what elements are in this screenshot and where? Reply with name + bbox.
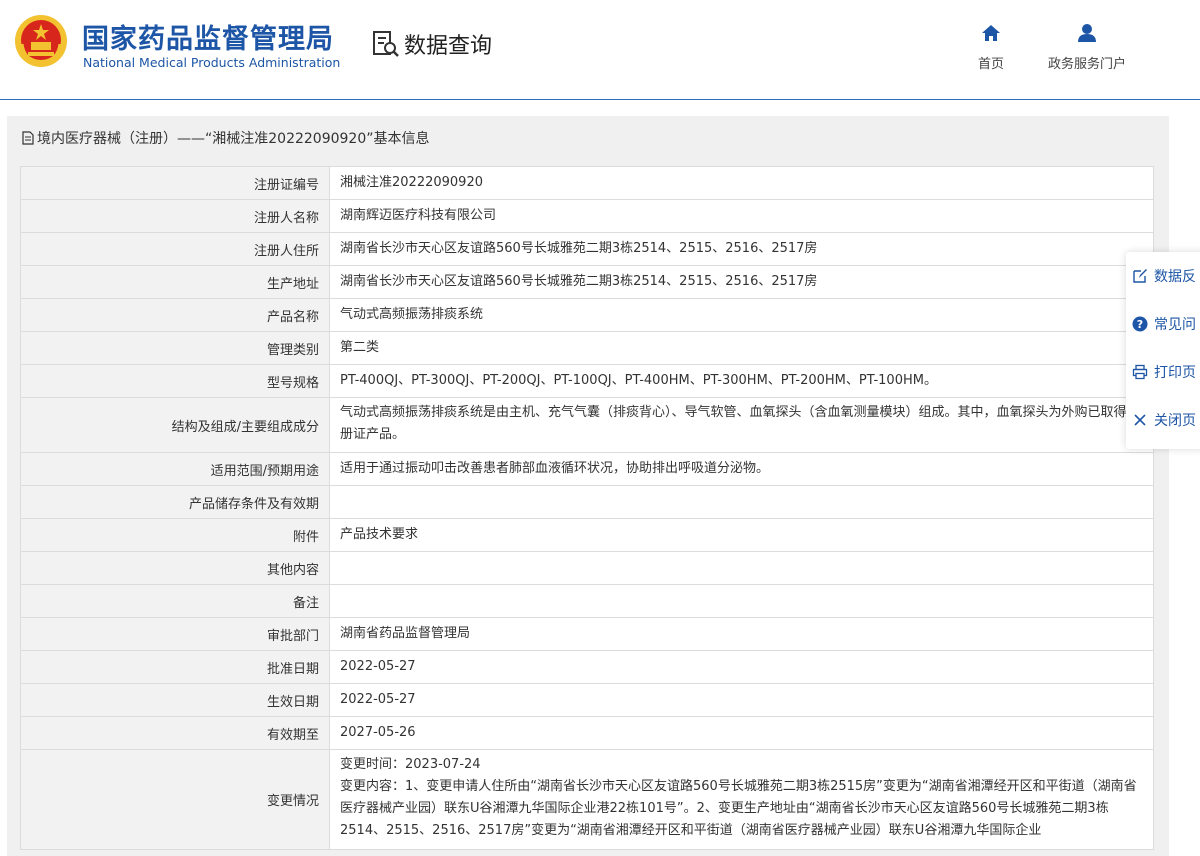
field-label: 变更情况 (20, 749, 330, 850)
field-value: 2027-05-26 (329, 716, 1154, 750)
field-value: 湖南省药品监督管理局 (329, 617, 1154, 651)
field-value: 产品技术要求 (329, 518, 1154, 552)
faq-label: 常见问 (1154, 317, 1196, 333)
field-value: 湖南省长沙市天心区友谊路560号长城雅苑二期3栋2514、2515、2516、2… (329, 265, 1154, 299)
edit-icon (1133, 269, 1147, 283)
close-page-label: 关闭页 (1154, 413, 1196, 429)
agency-name-cn: 国家药品监督管理局 (82, 24, 334, 55)
field-value: PT-400QJ、PT-300QJ、PT-200QJ、PT-100QJ、PT-4… (329, 364, 1154, 398)
field-label: 其他内容 (20, 551, 330, 585)
field-value: 第二类 (329, 331, 1154, 365)
field-value: 适用于通过振动叩击改善患者肺部血液循环状况，协助排出呼吸道分泌物。 (329, 452, 1154, 486)
table-row: 型号规格 PT-400QJ、PT-300QJ、PT-200QJ、PT-100QJ、… (20, 364, 1154, 398)
print-label: 打印页 (1154, 365, 1196, 381)
field-value (329, 551, 1154, 585)
agency-name-en: National Medical Products Administration (83, 55, 341, 70)
home-icon (982, 25, 1000, 41)
field-label: 型号规格 (20, 364, 330, 398)
table-row: 注册人名称 湖南辉迈医疗科技有限公司 (20, 199, 1154, 233)
nav-home-label: 首页 (978, 57, 1005, 72)
field-label: 产品名称 (20, 298, 330, 332)
field-label: 批准日期 (20, 650, 330, 684)
table-row: 结构及组成/主要组成成分 气动式高频振荡排痰系统是由主机、充气气囊（排痰背心）、导… (20, 397, 1154, 453)
info-panel: 境内医疗器械（注册）——“湘械注准20222090920”基本信息 注册证编号湘… (7, 116, 1169, 856)
printer-icon (1132, 364, 1148, 380)
table-row: 审批部门 湖南省药品监督管理局 (20, 617, 1154, 651)
table-row: 适用范围/预期用途 适用于通过振动叩击改善患者肺部血液循环状况，协助排出呼吸道分泌… (20, 452, 1154, 486)
nav-home[interactable]: 首页 (978, 22, 1004, 72)
field-value: 变更时间：2023-07-24 变更内容：1、变更申请人住所由“湖南省长沙市天心… (329, 749, 1154, 850)
user-icon (1078, 24, 1096, 42)
field-value: 2022-05-27 (329, 683, 1154, 717)
table-row: 注册证编号 湘械注准20222090920 (20, 166, 1154, 200)
field-label: 产品储存条件及有效期 (20, 485, 330, 519)
field-label: 结构及组成/主要组成成分 (20, 397, 330, 453)
field-label: 适用范围/预期用途 (20, 452, 330, 486)
table-row: 管理类别 第二类 (20, 331, 1154, 365)
faq-button[interactable]: ? 常见问 (1126, 300, 1200, 348)
panel-title: 境内医疗器械（注册）——“湘械注准20222090920”基本信息 (21, 128, 429, 148)
field-label: 注册人住所 (20, 232, 330, 266)
nav-service-portal-label: 政务服务门户 (1048, 57, 1127, 72)
field-label: 注册证编号 (20, 166, 330, 200)
field-label: 注册人名称 (20, 199, 330, 233)
table-row: 产品储存条件及有效期 (20, 485, 1154, 519)
table-row: 其他内容 (20, 551, 1154, 585)
field-label: 审批部门 (20, 617, 330, 651)
site-header: 国家药品监督管理局 National Medical Products Admi… (0, 0, 1200, 100)
data-query-title: 数据查询 (371, 27, 492, 61)
table-row: 注册人住所 湖南省长沙市天心区友谊路560号长城雅苑二期3栋2514、2515、2… (20, 232, 1154, 266)
table-row: 附件 产品技术要求 (20, 518, 1154, 552)
data-query-label: 数据查询 (404, 34, 493, 59)
document-search-icon (373, 31, 399, 57)
national-emblem-icon (15, 15, 67, 67)
field-value: 气动式高频振荡排痰系统 (329, 298, 1154, 332)
field-label: 生效日期 (20, 683, 330, 717)
field-value: 气动式高频振荡排痰系统是由主机、充气气囊（排痰背心）、导气软管、血氧探头（含血氧… (329, 397, 1154, 453)
field-value: 2022-05-27 (329, 650, 1154, 684)
table-row: 产品名称 气动式高频振荡排痰系统 (20, 298, 1154, 332)
panel-title-text: 境内医疗器械（注册）——“湘械注准20222090920”基本信息 (37, 131, 430, 147)
field-value (329, 485, 1154, 519)
field-value: 湘械注准20222090920 (329, 166, 1154, 200)
table-row: 有效期至 2027-05-26 (20, 716, 1154, 750)
print-button[interactable]: 打印页 (1126, 348, 1200, 396)
table-row: 变更情况 变更时间：2023-07-24 变更内容：1、变更申请人住所由“湖南省长… (20, 749, 1154, 850)
nav-service-portal[interactable]: 政务服务门户 (1048, 22, 1126, 72)
table-row: 生产地址 湖南省长沙市天心区友谊路560号长城雅苑二期3栋2514、2515、25… (20, 265, 1154, 299)
field-value: 湖南辉迈医疗科技有限公司 (329, 199, 1154, 233)
field-label: 附件 (20, 518, 330, 552)
field-value: 湖南省长沙市天心区友谊路560号长城雅苑二期3栋2514、2515、2516、2… (329, 232, 1154, 266)
feedback-label: 数据反 (1154, 269, 1196, 285)
field-label: 有效期至 (20, 716, 330, 750)
field-label: 管理类别 (20, 331, 330, 365)
table-row: 生效日期 2022-05-27 (20, 683, 1154, 717)
svg-text:?: ? (1137, 318, 1143, 331)
document-icon (22, 131, 34, 145)
table-row: 批准日期 2022-05-27 (20, 650, 1154, 684)
field-label: 备注 (20, 584, 330, 618)
close-icon (1134, 414, 1146, 426)
side-toolbar: 数据反 ? 常见问 打印页 关闭页 (1126, 252, 1200, 449)
table-row: 备注 (20, 584, 1154, 618)
info-table: 注册证编号 湘械注准20222090920 注册人名称 湖南辉迈医疗科技有限公司 注册人… (20, 166, 1154, 850)
field-value (329, 584, 1154, 618)
feedback-button[interactable]: 数据反 (1126, 252, 1200, 300)
close-page-button[interactable]: 关闭页 (1126, 396, 1200, 444)
question-icon: ? (1132, 316, 1148, 332)
field-label: 生产地址 (20, 265, 330, 299)
